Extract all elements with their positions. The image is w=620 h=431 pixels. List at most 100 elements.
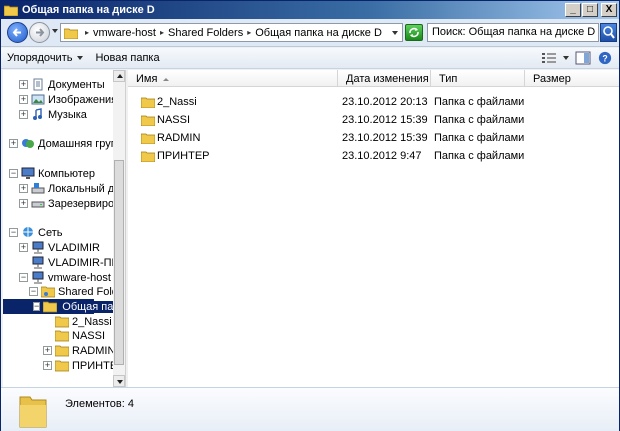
collapse-icon[interactable]: − (9, 169, 18, 178)
local-disk-icon (31, 183, 45, 194)
explorer-window: Общая папка на диске D _ □ X ▸ vmware-ho… (0, 0, 620, 431)
expand-icon[interactable]: + (43, 346, 52, 355)
navigation-pane[interactable]: + Документы + Изображения + Музыка + Домашняя г… (3, 70, 126, 387)
help-icon[interactable]: ? (597, 51, 613, 65)
tree-item-label: Изображения (48, 93, 118, 106)
file-row[interactable]: NASSI 23.10.2012 15:39 Папка с файлами (128, 112, 619, 130)
view-options-icon[interactable] (541, 51, 557, 65)
recent-pages-dropdown[interactable] (52, 29, 58, 33)
tree-item[interactable]: + Документы (19, 77, 105, 92)
tree-item[interactable]: 2_Nassi (43, 314, 112, 329)
tree-item[interactable]: − Компьютер (9, 166, 95, 181)
network-computer-icon (32, 256, 44, 269)
breadcrumb-current-folder[interactable]: Общая папка на диске D (255, 27, 382, 39)
organize-button[interactable]: Упорядочить (1, 52, 89, 64)
navigation-scrollbar[interactable] (113, 70, 125, 387)
address-field[interactable]: ▸ vmware-host ▸ Shared Folders ▸ Общая п… (60, 23, 403, 42)
scroll-thumb[interactable] (114, 160, 124, 365)
file-date: 23.10.2012 9:47 (342, 150, 422, 162)
file-row[interactable]: 2_Nassi 23.10.2012 20:13 Папка с файлами (128, 94, 619, 112)
file-name: RADMIN (157, 132, 201, 144)
collapse-icon[interactable]: − (33, 302, 41, 311)
tree-item[interactable]: + RADMIN (43, 343, 115, 358)
refresh-button[interactable] (405, 24, 423, 41)
expand-icon[interactable]: + (19, 243, 28, 252)
tree-item[interactable]: + Музыка (19, 107, 87, 122)
column-header-date[interactable]: Дата изменения (338, 70, 431, 87)
column-header-size[interactable]: Размер (525, 70, 619, 87)
expand-icon[interactable]: + (9, 139, 18, 148)
details-pane: Элементов: 4 (1, 387, 619, 431)
forward-button[interactable] (29, 22, 50, 43)
title-bar[interactable]: Общая папка на диске D _ □ X (1, 1, 619, 19)
column-name-label: Имя (136, 73, 158, 85)
file-list[interactable]: Имя Дата изменения Тип Размер 2_Nassi 23.… (128, 70, 619, 387)
file-row[interactable]: RADMIN 23.10.2012 15:39 Папка с файлами (128, 130, 619, 148)
tree-item[interactable]: + VLADIMIR (19, 240, 100, 255)
breadcrumb-shared-folders[interactable]: Shared Folders (168, 27, 243, 39)
column-header-name[interactable]: Имя (128, 70, 338, 87)
collapse-icon[interactable]: − (29, 287, 38, 296)
folder-icon (141, 97, 155, 109)
address-dropdown[interactable] (392, 31, 398, 35)
expand-icon[interactable]: + (19, 110, 28, 119)
file-type: Папка с файлами (434, 96, 525, 108)
tree-item-label: RADMIN (72, 344, 116, 357)
file-type: Папка с файлами (434, 132, 525, 144)
file-name: NASSI (157, 114, 191, 126)
arrow-left-icon (12, 28, 21, 37)
chevron-right-icon[interactable]: ▸ (247, 28, 251, 37)
chevron-down-icon[interactable] (563, 56, 569, 60)
svg-text:?: ? (602, 54, 607, 64)
tree-item[interactable]: + Домашняя группа (9, 136, 125, 151)
tree-item-label: VLADIMIR-ПК (48, 256, 118, 269)
file-row[interactable]: ПРИНТЕР 23.10.2012 9:47 Папка с файлами (128, 148, 619, 166)
back-button[interactable] (7, 22, 28, 43)
file-name-cell: RADMIN (141, 132, 336, 145)
tree-item-label: VLADIMIR (48, 241, 100, 254)
tree-item[interactable]: − vmware-host (19, 270, 111, 285)
file-date: 23.10.2012 15:39 (342, 114, 428, 126)
tree-item-label: Музыка (48, 108, 87, 121)
folder-icon (64, 28, 78, 39)
new-folder-button[interactable]: Новая папка (89, 52, 165, 64)
folder-icon (55, 316, 69, 328)
expand-icon[interactable]: + (19, 95, 28, 104)
search-input[interactable]: Поиск: Общая папка на диске D (427, 23, 599, 42)
tree-item[interactable]: VLADIMIR-ПК (19, 255, 118, 270)
tree-item[interactable]: − Общая папка (3, 299, 125, 314)
expand-icon[interactable]: + (43, 361, 52, 370)
tree-item[interactable]: − Сеть (9, 225, 62, 240)
tree-item-label: 2_Nassi (72, 315, 112, 328)
chevron-right-icon[interactable]: ▸ (85, 28, 89, 37)
tree-item[interactable]: +Зарезервировано (19, 196, 125, 211)
chevron-right-icon[interactable]: ▸ (160, 28, 164, 37)
search-button[interactable] (600, 23, 617, 42)
music-library-icon (33, 108, 42, 120)
scroll-up-button[interactable] (113, 70, 125, 82)
folder-icon (141, 151, 155, 163)
collapse-icon[interactable]: − (9, 228, 18, 237)
minimize-button[interactable]: _ (565, 3, 581, 17)
maximize-button[interactable]: □ (582, 3, 598, 17)
file-type: Папка с файлами (434, 150, 525, 162)
expand-icon[interactable]: + (19, 199, 28, 208)
close-button[interactable]: X (601, 3, 617, 17)
organize-label: Упорядочить (7, 52, 73, 64)
preview-pane-icon[interactable] (575, 51, 591, 65)
breadcrumb-vmware-host[interactable]: vmware-host (93, 27, 156, 39)
scroll-down-button[interactable] (113, 375, 125, 387)
column-header-type[interactable]: Тип (431, 70, 525, 87)
file-type: Папка с файлами (434, 114, 525, 126)
tree-item[interactable]: +Локальный диск ( (19, 181, 125, 196)
tree-item[interactable]: + Изображения (19, 92, 117, 107)
folder-icon (19, 396, 47, 428)
tree-item[interactable]: − Shared Folders (29, 284, 125, 299)
collapse-icon[interactable]: − (19, 273, 28, 282)
file-date: 23.10.2012 15:39 (342, 132, 428, 144)
expand-icon[interactable]: + (19, 80, 28, 89)
folder-icon (141, 115, 155, 127)
tree-item[interactable]: NASSI (43, 328, 105, 343)
expand-icon[interactable]: + (19, 184, 28, 193)
